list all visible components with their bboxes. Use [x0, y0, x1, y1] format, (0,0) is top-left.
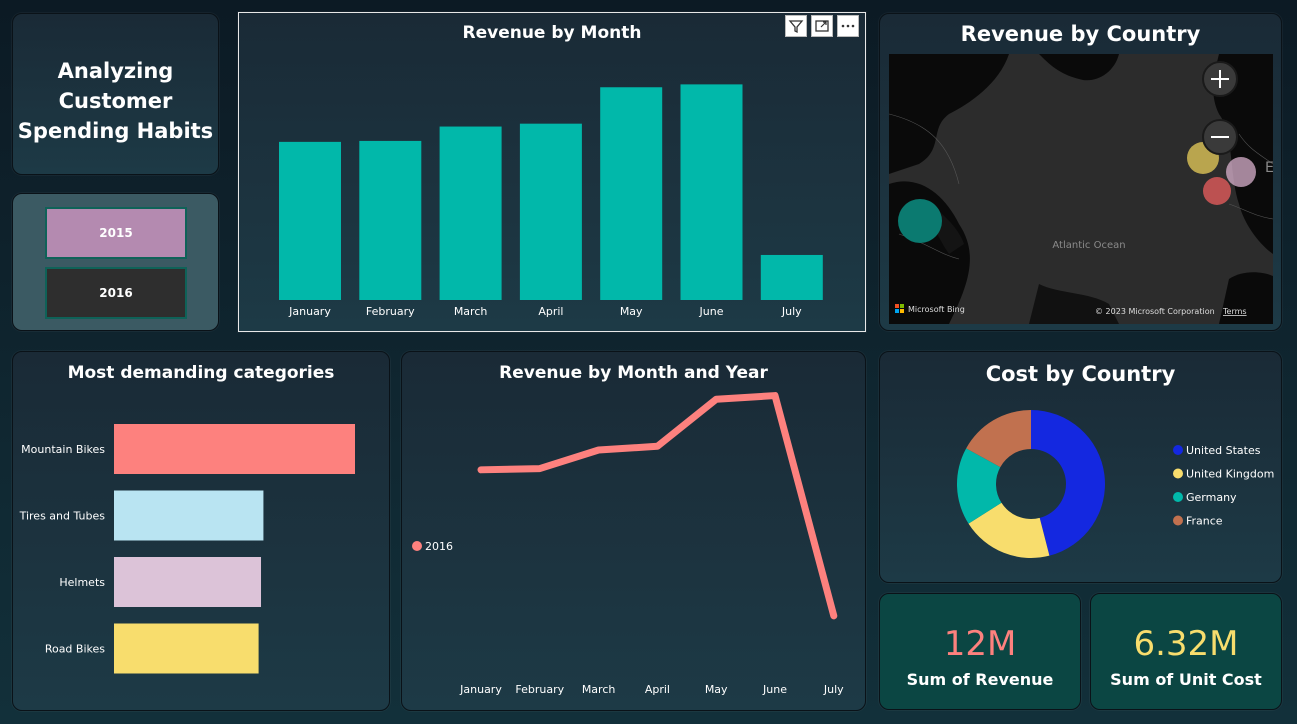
legend-label: Germany [1186, 491, 1237, 504]
bar-february[interactable] [359, 140, 422, 300]
cost-by-country-visual[interactable]: Cost by Country United States United King… [879, 351, 1282, 583]
revenue-by-month-year-visual[interactable]: Revenue by Month and Year January Februar… [401, 351, 866, 711]
category-label: Road Bikes [45, 643, 105, 656]
bar-july[interactable] [760, 254, 823, 300]
slicer-option-2016[interactable]: 2016 [45, 267, 187, 319]
x-tick-label: February [366, 305, 415, 318]
x-tick-label: April [538, 305, 563, 318]
world-map: Atlantic Ocean EU Microsoft Bing © 2023 … [889, 54, 1273, 324]
x-tick-label: May [705, 683, 728, 696]
x-tick-label: January [288, 305, 331, 318]
legend-marker [412, 541, 422, 551]
category-bar-helmets[interactable] [114, 557, 262, 607]
zoom-in-button[interactable] [1202, 61, 1238, 97]
year-slicer: 2015 2016 [12, 193, 219, 331]
x-tick-label: March [454, 305, 488, 318]
category-label: Tires and Tubes [19, 510, 106, 523]
x-tick-label: May [620, 305, 643, 318]
legend-marker [1173, 492, 1183, 502]
zoom-out-button[interactable] [1202, 119, 1238, 155]
terms-link[interactable]: Terms [1222, 307, 1247, 316]
map-attribution: © 2023 Microsoft Corporation [1095, 307, 1215, 316]
bubble-germany[interactable] [1226, 157, 1256, 187]
x-tick-label: June [762, 683, 787, 696]
kpi-revenue-value: 12M [943, 624, 1017, 664]
kpi-unit-cost-value: 6.32M [1133, 624, 1239, 664]
revenue-line-chart: January February March April May June July 2016 [412, 392, 844, 696]
categories-visual[interactable]: Most demanding categories Mountain Bikes… [12, 351, 390, 711]
category-label: Mountain Bikes [21, 443, 105, 456]
page-title: Analyzing Customer Spending Habits [17, 59, 214, 143]
slicer-option-2015[interactable]: 2015 [45, 207, 187, 259]
kpi-card-unit-cost: 6.32M Sum of Unit Cost [1090, 593, 1282, 710]
revenue-by-country-title: Revenue by Country [960, 22, 1201, 46]
map-ocean-label: Atlantic Ocean [1052, 240, 1125, 251]
series-line-2016[interactable] [477, 392, 838, 620]
cost-donut-chart: United States United Kingdom Germany France [957, 410, 1274, 558]
map-partial-label: EU [1265, 160, 1273, 176]
x-tick-label: July [781, 305, 802, 318]
legend-label: France [1186, 515, 1223, 528]
title-card: Analyzing Customer Spending Habits [12, 13, 219, 175]
category-bar-road-bikes[interactable] [114, 623, 259, 674]
bar-april[interactable] [519, 123, 582, 301]
revenue-by-month-visual[interactable]: Revenue by Month January February March Apr… [238, 12, 866, 332]
kpi-revenue-label: Sum of Revenue [906, 670, 1054, 689]
bing-label: Microsoft Bing [908, 305, 965, 314]
legend-label: 2016 [425, 540, 453, 553]
category-bar-mountain-bikes[interactable] [114, 424, 355, 474]
x-tick-label: March [582, 683, 616, 696]
x-tick-label: July [823, 683, 844, 696]
x-tick-label: April [645, 683, 670, 696]
revenue-by-country-visual[interactable]: Revenue by Country Atlantic Ocean EU [879, 13, 1282, 331]
revenue-by-month-chart: January February March April May June July [279, 84, 823, 318]
legend-marker [1173, 468, 1183, 479]
x-tick-label: February [515, 683, 564, 696]
kpi-card-revenue: 12M Sum of Revenue [879, 593, 1081, 710]
categories-chart: Mountain Bikes Tires and Tubes Helmets Road… [19, 424, 355, 674]
bar-march[interactable] [439, 126, 502, 301]
x-tick-label: June [699, 305, 724, 318]
bar-january[interactable] [279, 141, 341, 300]
category-label: Helmets [59, 576, 105, 589]
legend-label: United States [1186, 444, 1261, 457]
bubble-france[interactable] [1203, 177, 1231, 205]
kpi-unit-cost-label: Sum of Unit Cost [1110, 670, 1262, 689]
bubble-united-states[interactable] [898, 199, 942, 243]
legend-marker [1173, 445, 1183, 455]
map-canvas[interactable]: Atlantic Ocean EU Microsoft Bing © 2023 … [889, 54, 1273, 324]
bar-may[interactable] [600, 87, 663, 300]
legend-label: United Kingdom [1186, 468, 1274, 481]
x-tick-label: January [459, 683, 502, 696]
category-bar-tires-and-tubes[interactable] [114, 490, 264, 541]
legend-marker [1173, 515, 1183, 526]
bar-june[interactable] [680, 84, 743, 300]
